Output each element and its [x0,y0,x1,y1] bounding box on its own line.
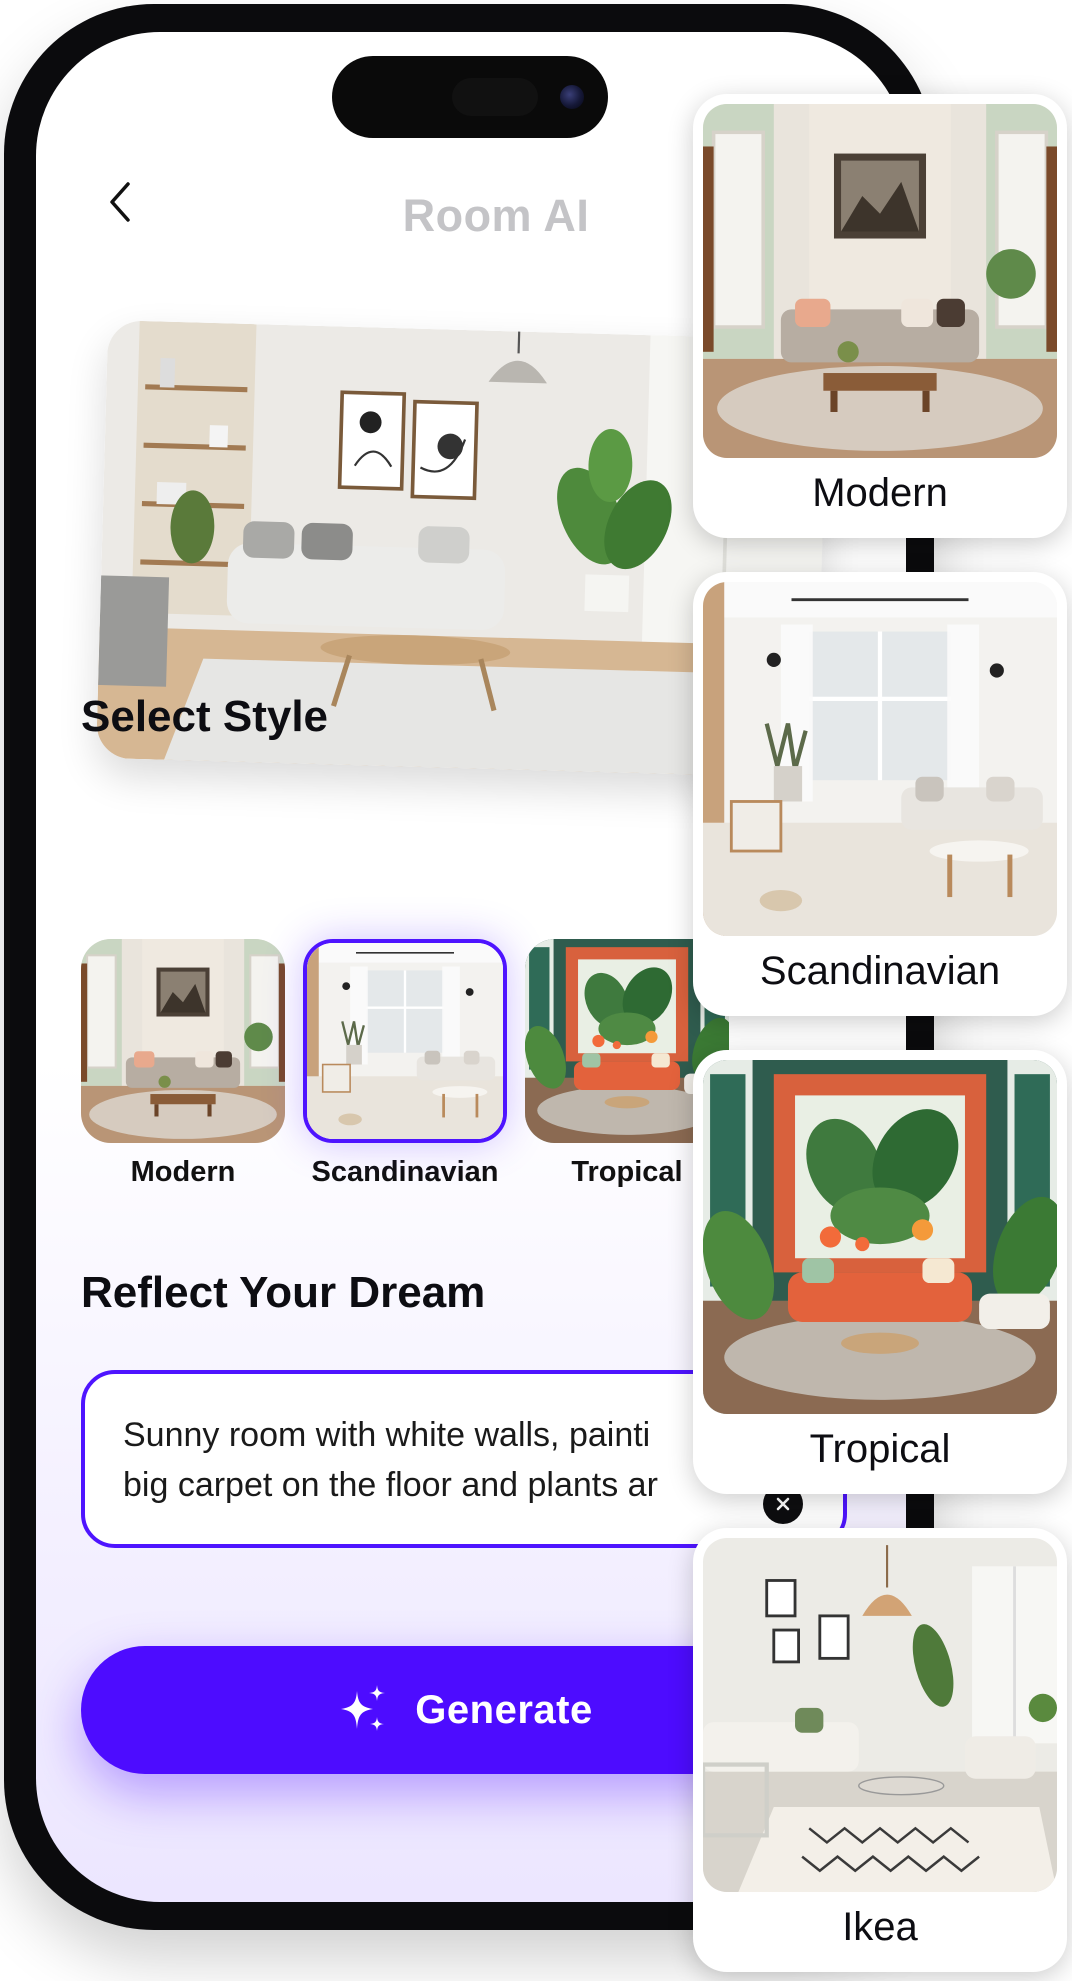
style-card-ikea[interactable]: Ikea [693,1528,1067,1972]
page-title: Room AI [402,190,590,241]
style-thumbnail [81,939,285,1143]
style-label: Modern [130,1156,236,1188]
style-card-modern[interactable]: Modern [693,94,1067,538]
close-icon [775,1496,791,1512]
style-card-tropical[interactable]: Tropical [693,1050,1067,1494]
style-card-image [703,1538,1057,1892]
style-card-image [703,582,1057,936]
style-thumbnail [303,939,507,1143]
style-label: Scandinavian [311,1156,499,1188]
style-option-scandinavian[interactable]: Scandinavian [303,939,507,1189]
style-card-scandinavian[interactable]: Scandinavian [693,572,1067,1016]
back-button[interactable] [100,174,140,230]
island-sensor [452,78,538,116]
generate-label: Generate [415,1687,593,1732]
style-card-label: Scandinavian [759,949,1001,993]
style-card-image [703,1060,1057,1414]
style-card-label: Ikea [842,1905,918,1949]
style-card-label: Modern [812,471,948,515]
reflect-dream-heading: Reflect Your Dream [81,1268,486,1317]
style-option-modern[interactable]: Modern [81,939,285,1189]
sparkles-icon [335,1683,389,1737]
select-style-heading: Select Style [81,692,329,741]
camera-icon [560,85,584,109]
style-card-label: Tropical [809,1427,951,1471]
style-card-image [703,104,1057,458]
dynamic-island [332,56,608,138]
chevron-left-icon [109,182,131,222]
